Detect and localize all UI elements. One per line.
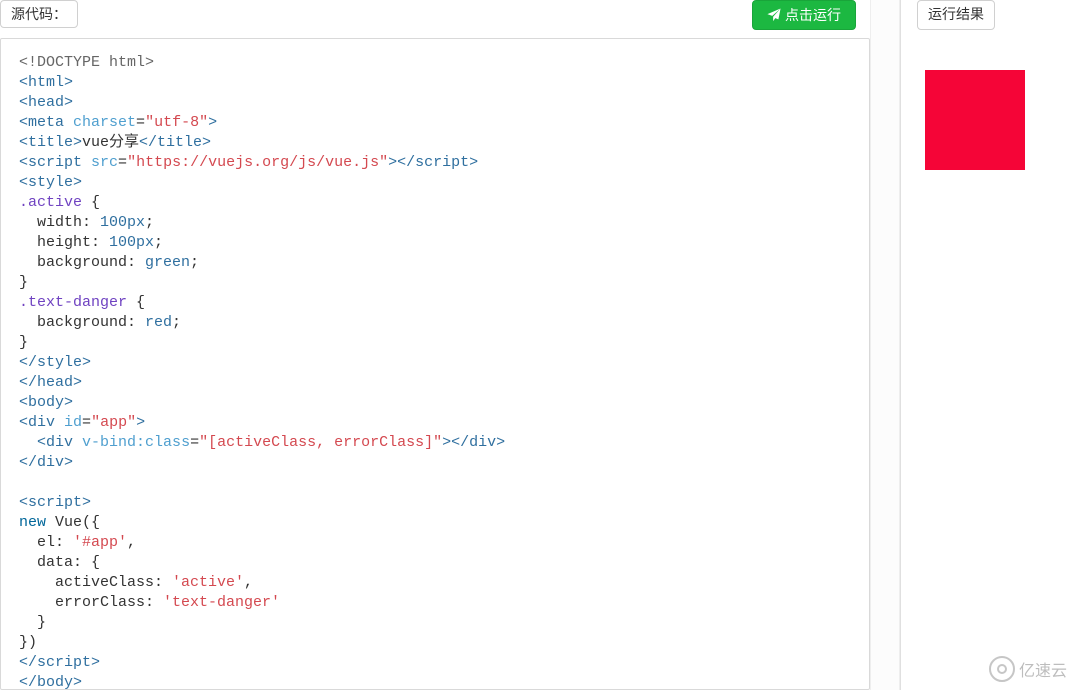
code-sym: , bbox=[244, 574, 253, 591]
code-str: 'active' bbox=[172, 574, 244, 591]
left-header: 源代码： 点击运行 bbox=[0, 0, 870, 30]
code-sym: } bbox=[19, 334, 28, 351]
result-label: 运行结果 bbox=[917, 0, 995, 30]
code-sym: ; bbox=[172, 314, 181, 331]
code-ident: data: { bbox=[19, 554, 100, 571]
code-ident: Vue({ bbox=[46, 514, 100, 531]
code-tag: <body> bbox=[19, 394, 73, 411]
code-sym: } bbox=[19, 274, 28, 291]
code-str: "[activeClass, errorClass]" bbox=[199, 434, 442, 451]
vertical-separator bbox=[870, 0, 900, 690]
code-attr: id bbox=[64, 414, 82, 431]
code-prop: height: bbox=[19, 234, 109, 251]
code-indent bbox=[19, 434, 37, 451]
code-sym: { bbox=[82, 194, 100, 211]
code-sym: = bbox=[136, 114, 145, 131]
code-tag: > bbox=[442, 434, 451, 451]
code-selector: .active bbox=[19, 194, 82, 211]
code-doctype: <!DOCTYPE html> bbox=[19, 54, 154, 71]
code-tag: </div> bbox=[451, 434, 505, 451]
code-prop: background: bbox=[19, 254, 145, 271]
code-attr: v-bind:class bbox=[82, 434, 190, 451]
code-tag: </script> bbox=[19, 654, 100, 671]
code-ident: el: bbox=[19, 534, 73, 551]
run-button-label: 点击运行 bbox=[785, 5, 841, 25]
code-tag: </body> bbox=[19, 674, 82, 690]
code-tag: </head> bbox=[19, 374, 82, 391]
code-tag: > bbox=[136, 414, 145, 431]
result-output bbox=[901, 30, 1075, 690]
code-sym: = bbox=[82, 414, 91, 431]
code-tag: <title> bbox=[19, 134, 82, 151]
code-val: green bbox=[145, 254, 190, 271]
run-button[interactable]: 点击运行 bbox=[752, 0, 856, 30]
code-tag: <div bbox=[37, 434, 73, 451]
code-val: 100px bbox=[100, 214, 145, 231]
code-tag: <head> bbox=[19, 94, 73, 111]
code-tag: <meta bbox=[19, 114, 64, 131]
code-ident: errorClass: bbox=[19, 594, 163, 611]
paper-plane-icon bbox=[767, 8, 781, 22]
left-panel: 源代码： 点击运行 <!DOCTYPE html> <html> <head> … bbox=[0, 0, 870, 690]
code-sym: }) bbox=[19, 634, 37, 651]
code-prop: width: bbox=[19, 214, 100, 231]
code-text: vue分享 bbox=[82, 134, 139, 151]
code-tag: <div bbox=[19, 414, 55, 431]
right-panel: 运行结果 bbox=[900, 0, 1075, 690]
code-ident: activeClass: bbox=[19, 574, 172, 591]
watermark: 亿速云 bbox=[989, 656, 1067, 682]
code-kw: new bbox=[19, 514, 46, 531]
code-attr: charset bbox=[73, 114, 136, 131]
code-tag: </div> bbox=[19, 454, 73, 471]
code-tag: </script> bbox=[397, 154, 478, 171]
code-attr: src bbox=[91, 154, 118, 171]
code-str: "app" bbox=[91, 414, 136, 431]
rendered-div bbox=[925, 70, 1025, 170]
right-header: 运行结果 bbox=[901, 0, 1075, 30]
code-sym: = bbox=[190, 434, 199, 451]
code-tag: > bbox=[388, 154, 397, 171]
app-container: 源代码： 点击运行 <!DOCTYPE html> <html> <head> … bbox=[0, 0, 1075, 690]
code-sym: ; bbox=[154, 234, 163, 251]
code-str: "https://vuejs.org/js/vue.js" bbox=[127, 154, 388, 171]
code-sym: , bbox=[127, 534, 136, 551]
code-tag: > bbox=[208, 114, 217, 131]
code-str: 'text-danger' bbox=[163, 594, 280, 611]
code-selector: .text-danger bbox=[19, 294, 127, 311]
code-tag: <script bbox=[19, 154, 82, 171]
code-sym: } bbox=[19, 614, 46, 631]
watermark-logo-icon bbox=[989, 656, 1015, 682]
code-val: 100px bbox=[109, 234, 154, 251]
code-tag: <script> bbox=[19, 494, 91, 511]
code-sym: { bbox=[127, 294, 145, 311]
code-prop: background: bbox=[19, 314, 145, 331]
code-val: red bbox=[145, 314, 172, 331]
source-code-label: 源代码： bbox=[0, 0, 78, 28]
code-tag: <style> bbox=[19, 174, 82, 191]
code-sym: ; bbox=[145, 214, 154, 231]
code-tag: <html> bbox=[19, 74, 73, 91]
code-tag: </style> bbox=[19, 354, 91, 371]
code-str: '#app' bbox=[73, 534, 127, 551]
watermark-text: 亿速云 bbox=[1019, 657, 1067, 681]
code-sym: ; bbox=[190, 254, 199, 271]
code-tag: </title> bbox=[139, 134, 211, 151]
code-str: "utf-8" bbox=[145, 114, 208, 131]
code-sym: = bbox=[118, 154, 127, 171]
code-editor[interactable]: <!DOCTYPE html> <html> <head> <meta char… bbox=[0, 38, 870, 690]
